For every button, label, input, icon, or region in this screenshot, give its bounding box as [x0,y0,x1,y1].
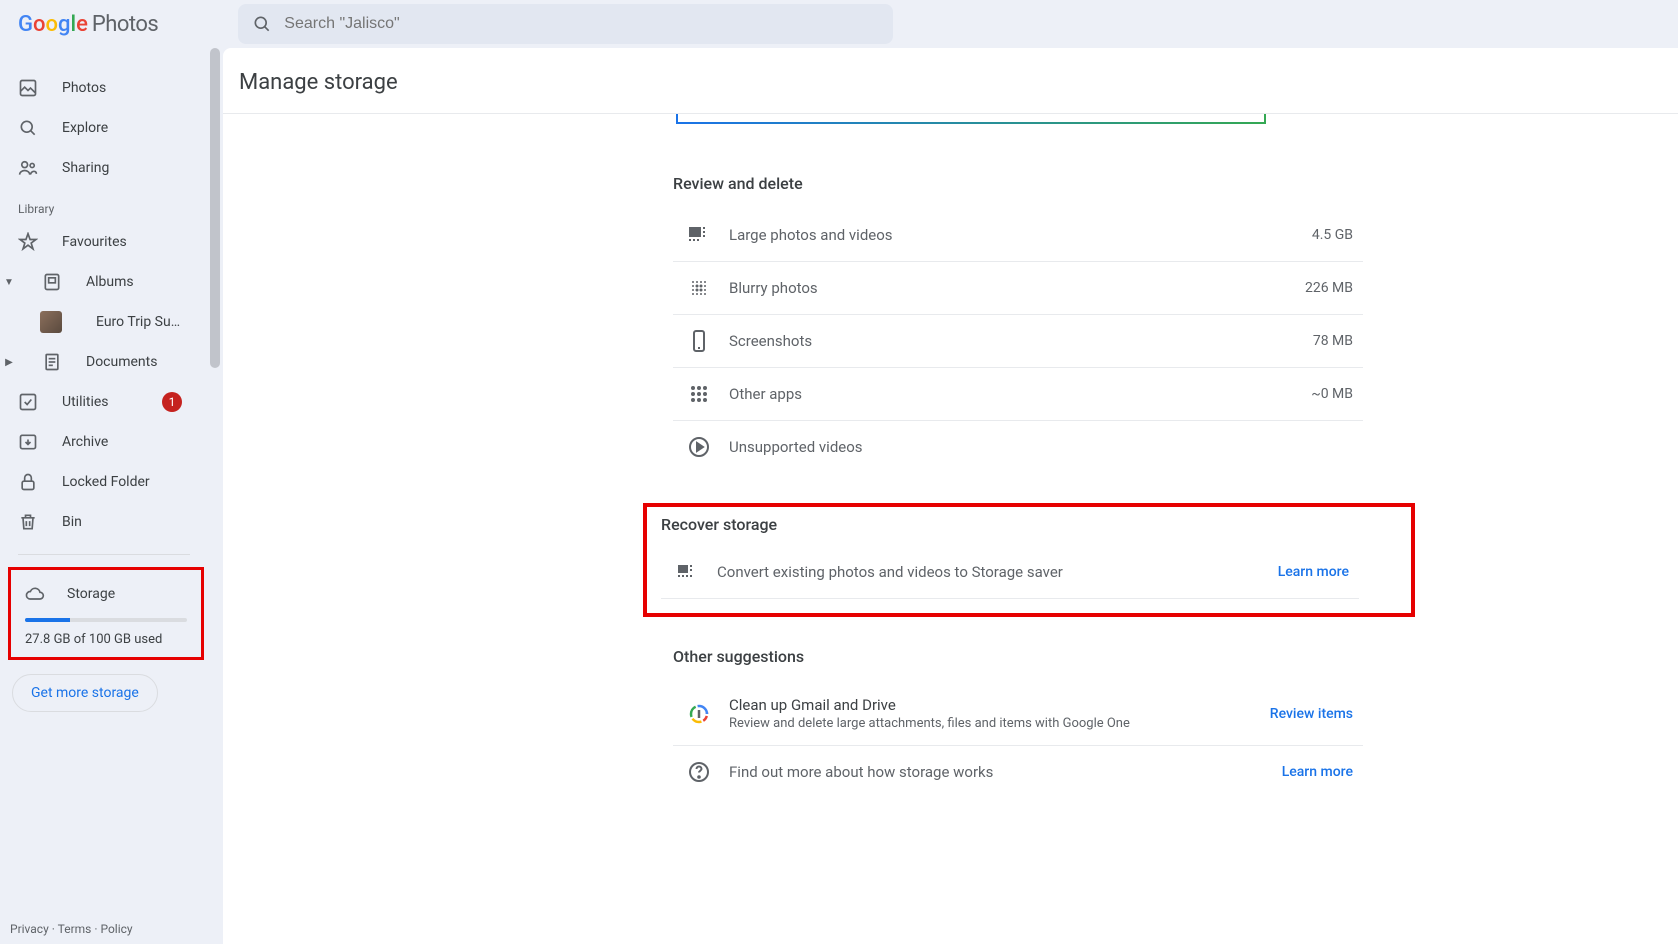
other-row-learn[interactable]: Find out more about how storage works Le… [673,746,1363,798]
sidebar-item-favourites[interactable]: Favourites [0,222,200,262]
main-header: Manage storage [223,48,1678,114]
search-input[interactable] [284,15,879,33]
review-items-link[interactable]: Review items [1270,706,1353,722]
image-icon [18,78,38,98]
sidebar-item-utilities[interactable]: Utilities 1 [0,382,200,422]
review-row-otherapps[interactable]: Other apps ~0 MB [673,368,1363,421]
play-circle-icon [687,435,711,459]
cloud-icon [25,584,45,604]
policy-link[interactable]: Policy [100,922,132,936]
chevron-right-icon: ▶ [0,357,18,368]
sidebar-item-albums[interactable]: ▼ Albums [0,262,200,302]
logo[interactable]: Google Photos [18,12,158,37]
app-name: Photos [92,12,158,37]
document-icon [42,352,62,372]
review-row-unsupported[interactable]: Unsupported videos [673,421,1363,473]
photo-size-icon [687,223,711,247]
search-icon [18,118,38,138]
utilities-badge: 1 [162,392,182,412]
cutoff-element [676,114,1266,124]
learn-more-link[interactable]: Learn more [1278,564,1349,580]
review-row-large[interactable]: Large photos and videos 4.5 GB [673,209,1363,262]
recover-row-convert[interactable]: Convert existing photos and videos to St… [661,546,1359,599]
storage-progress [25,618,187,622]
blur-icon [687,276,711,300]
sidebar-item-sharing[interactable]: Sharing [0,148,200,188]
people-icon [18,158,38,178]
search-icon [252,14,272,34]
google-one-icon [687,702,711,726]
storage-saver-icon [675,560,699,584]
apps-icon [687,382,711,406]
sidebar: Photos Explore Sharing Library Favourite… [0,48,208,944]
sidebar-item-explore[interactable]: Explore [0,108,200,148]
sidebar-item-documents[interactable]: ▶ Documents [0,342,200,382]
phone-icon [687,329,711,353]
sidebar-scrollbar[interactable] [208,48,223,944]
get-more-storage-wrap: Get more storage [12,674,200,712]
terms-link[interactable]: Terms [58,922,92,936]
page-title: Manage storage [239,70,1662,95]
check-square-icon [18,392,38,412]
other-section-title: Other suggestions [673,647,1363,666]
trash-icon [18,512,38,532]
search-bar[interactable] [238,4,893,44]
library-label: Library [0,188,208,222]
get-more-storage-button[interactable]: Get more storage [12,674,158,712]
review-row-blurry[interactable]: Blurry photos 226 MB [673,262,1363,315]
archive-icon [18,432,38,452]
storage-widget-highlight: Storage 27.8 GB of 100 GB used [8,567,204,660]
sidebar-item-bin[interactable]: Bin [0,502,200,542]
storage-used-text: 27.8 GB of 100 GB used [21,632,191,647]
sidebar-item-locked-folder[interactable]: Locked Folder [0,462,200,502]
sidebar-item-archive[interactable]: Archive [0,422,200,462]
recover-section-highlight: Recover storage Convert existing photos … [643,503,1415,617]
other-row-cleanup[interactable]: Clean up Gmail and Drive Review and dele… [673,682,1363,746]
album-icon [42,272,62,292]
review-row-screenshots[interactable]: Screenshots 78 MB [673,315,1363,368]
star-icon [18,232,38,252]
review-section-title: Review and delete [673,174,1363,193]
sidebar-item-photos[interactable]: Photos [0,68,200,108]
footer-links: Privacy · Terms · Policy [10,922,133,936]
topbar: Google Photos [0,0,1678,48]
privacy-link[interactable]: Privacy [10,922,49,936]
sidebar-item-storage[interactable]: Storage [21,578,191,610]
chevron-down-icon: ▼ [0,277,18,288]
learn-more-link-2[interactable]: Learn more [1282,764,1353,780]
divider [18,554,190,555]
album-thumb-icon [40,311,62,333]
sidebar-album-sub[interactable]: Euro Trip Sum… [0,302,200,342]
lock-icon [18,472,38,492]
help-icon [687,760,711,784]
main-panel: Manage storage Review and delete Large p… [223,48,1678,944]
recover-section-title: Recover storage [661,515,1397,534]
